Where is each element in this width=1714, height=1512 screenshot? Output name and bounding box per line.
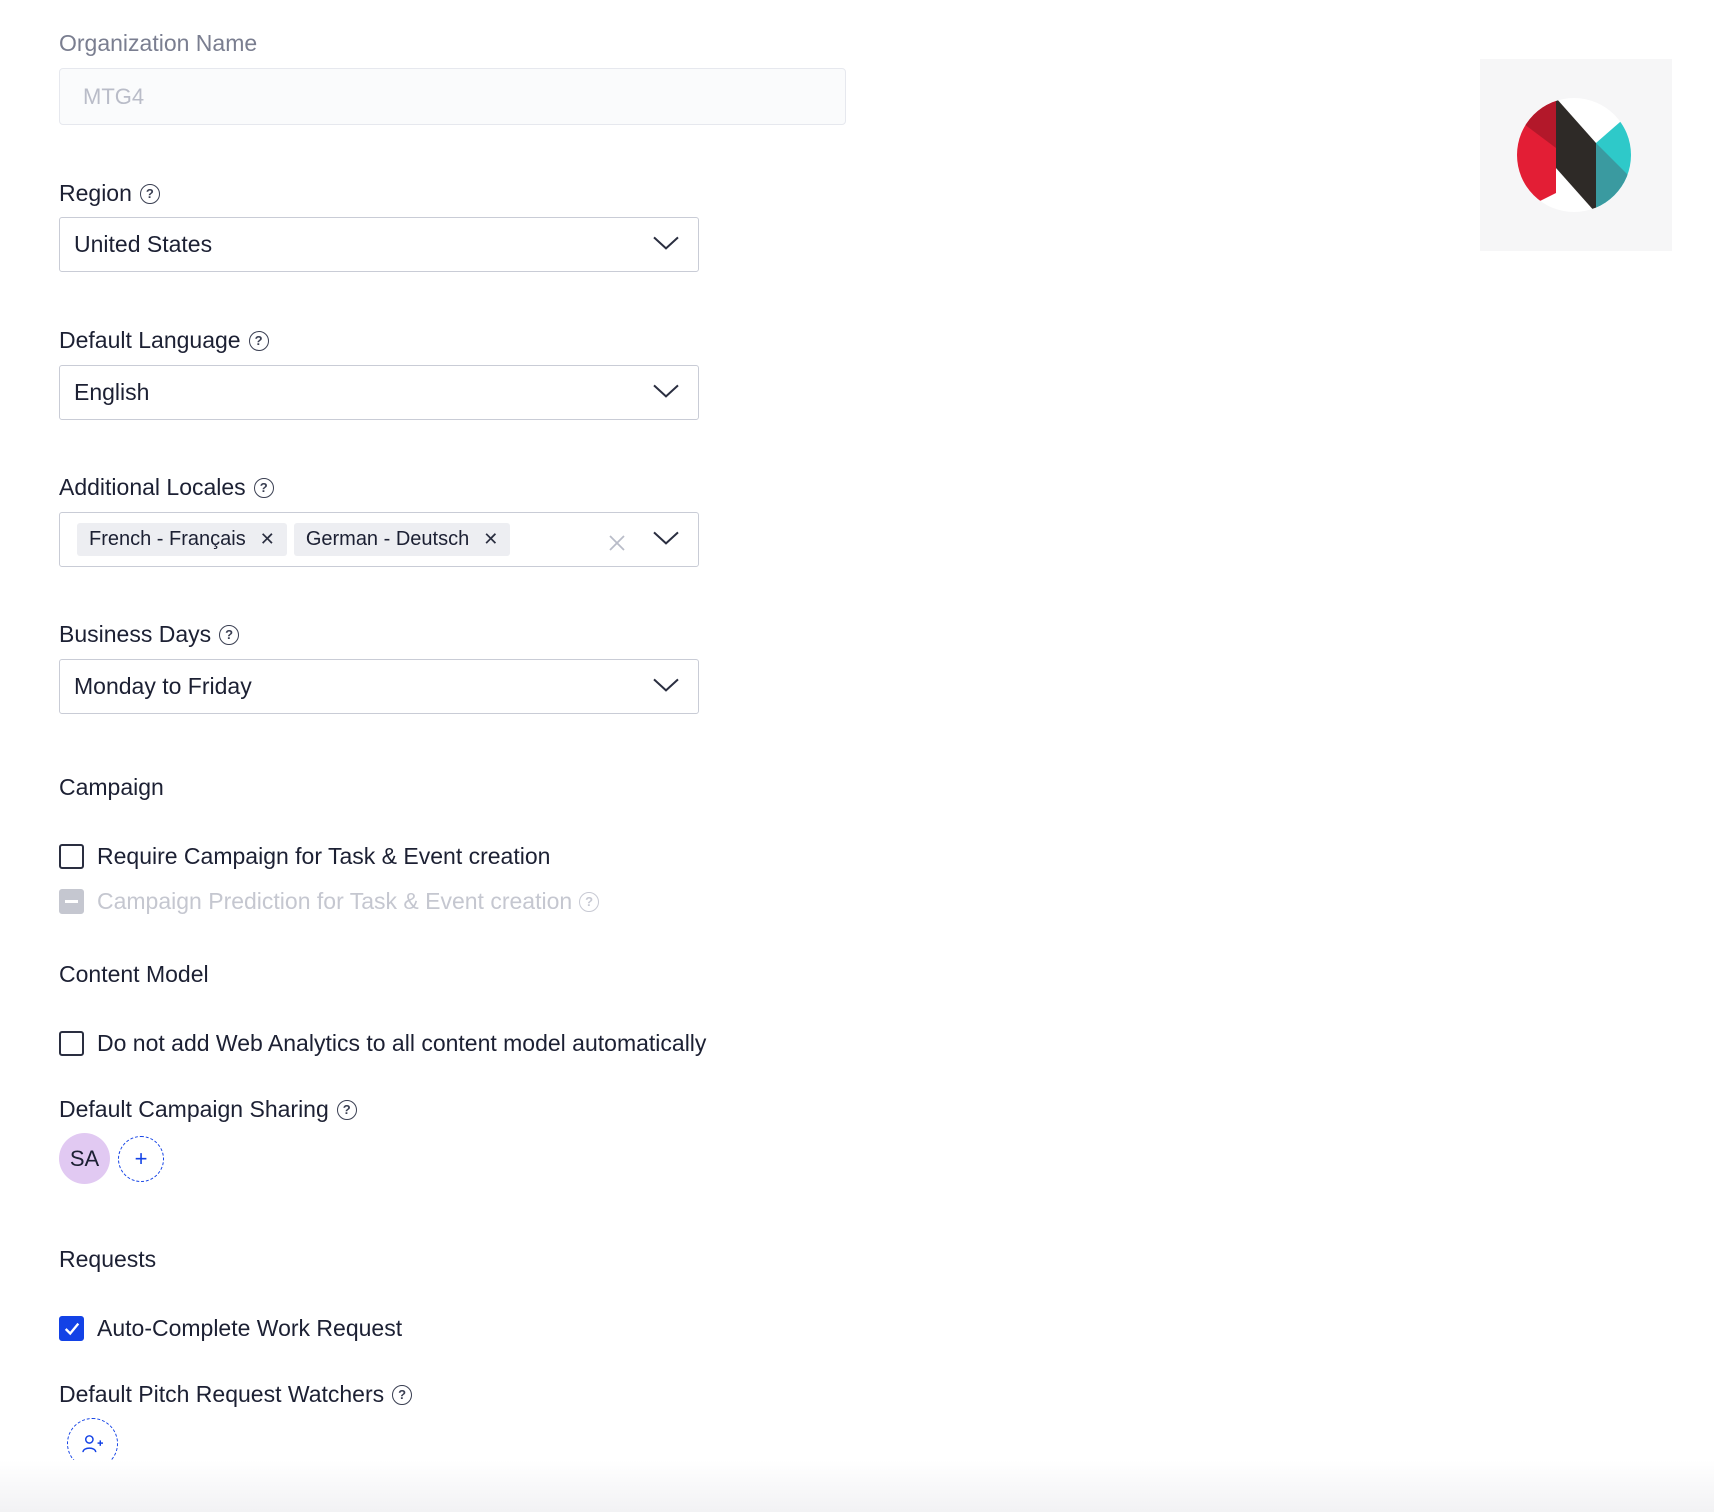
campaign-prediction-checkbox bbox=[59, 889, 84, 914]
web-analytics-checkbox[interactable] bbox=[59, 1031, 84, 1056]
bottom-fade bbox=[0, 1460, 1714, 1512]
region-select[interactable]: United States bbox=[59, 217, 699, 272]
help-icon[interactable]: ? bbox=[248, 330, 269, 351]
require-campaign-checkbox[interactable] bbox=[59, 844, 84, 869]
locale-chip: German - Deutsch ✕ bbox=[293, 523, 511, 556]
business-days-label: Business Days ? bbox=[59, 621, 240, 648]
chevron-down-icon bbox=[652, 235, 680, 251]
add-user-icon bbox=[81, 1434, 103, 1452]
plus-icon: + bbox=[134, 1146, 148, 1171]
additional-locales-label: Additional Locales ? bbox=[59, 474, 274, 501]
campaign-sharing-label: Default Campaign Sharing ? bbox=[59, 1096, 357, 1123]
pitch-watchers-label: Default Pitch Request Watchers ? bbox=[59, 1381, 413, 1408]
region-label: Region ? bbox=[59, 180, 160, 207]
auto-complete-checkbox[interactable] bbox=[59, 1316, 84, 1341]
add-sharing-button[interactable]: + bbox=[118, 1136, 164, 1182]
web-analytics-checkbox-row[interactable]: Do not add Web Analytics to all content … bbox=[59, 1030, 706, 1057]
org-logo[interactable] bbox=[1480, 59, 1672, 251]
help-icon[interactable]: ? bbox=[139, 183, 160, 204]
chevron-down-icon bbox=[652, 530, 680, 546]
campaign-prediction-checkbox-row: Campaign Prediction for Task & Event cre… bbox=[59, 888, 600, 915]
default-language-label: Default Language ? bbox=[59, 327, 269, 354]
content-model-section-title: Content Model bbox=[59, 961, 209, 987]
default-language-select[interactable]: English bbox=[59, 365, 699, 420]
chevron-down-icon bbox=[652, 383, 680, 399]
org-name-label: Organization Name bbox=[59, 30, 258, 56]
auto-complete-checkbox-row[interactable]: Auto-Complete Work Request bbox=[59, 1315, 402, 1342]
help-icon[interactable]: ? bbox=[392, 1384, 413, 1405]
requests-section-title: Requests bbox=[59, 1246, 157, 1272]
business-days-select[interactable]: Monday to Friday bbox=[59, 659, 699, 714]
chevron-down-icon bbox=[652, 677, 680, 693]
require-campaign-checkbox-row[interactable]: Require Campaign for Task & Event creati… bbox=[59, 843, 550, 870]
clear-icon[interactable] bbox=[608, 531, 626, 551]
locale-chip: French - Français ✕ bbox=[77, 523, 287, 556]
logo-icon bbox=[1517, 97, 1631, 212]
help-icon[interactable]: ? bbox=[219, 624, 240, 645]
checkmark-icon bbox=[64, 1322, 79, 1335]
additional-locales-select[interactable]: French - Français ✕ German - Deutsch ✕ bbox=[59, 512, 699, 567]
campaign-section-title: Campaign bbox=[59, 774, 164, 800]
remove-chip-icon[interactable]: ✕ bbox=[483, 529, 498, 550]
help-icon[interactable]: ? bbox=[253, 477, 274, 498]
remove-chip-icon[interactable]: ✕ bbox=[260, 529, 275, 550]
avatar[interactable]: SA bbox=[59, 1133, 110, 1184]
help-icon[interactable]: ? bbox=[336, 1099, 357, 1120]
org-name-input[interactable]: MTG4 bbox=[59, 68, 846, 125]
help-icon: ? bbox=[579, 891, 600, 912]
